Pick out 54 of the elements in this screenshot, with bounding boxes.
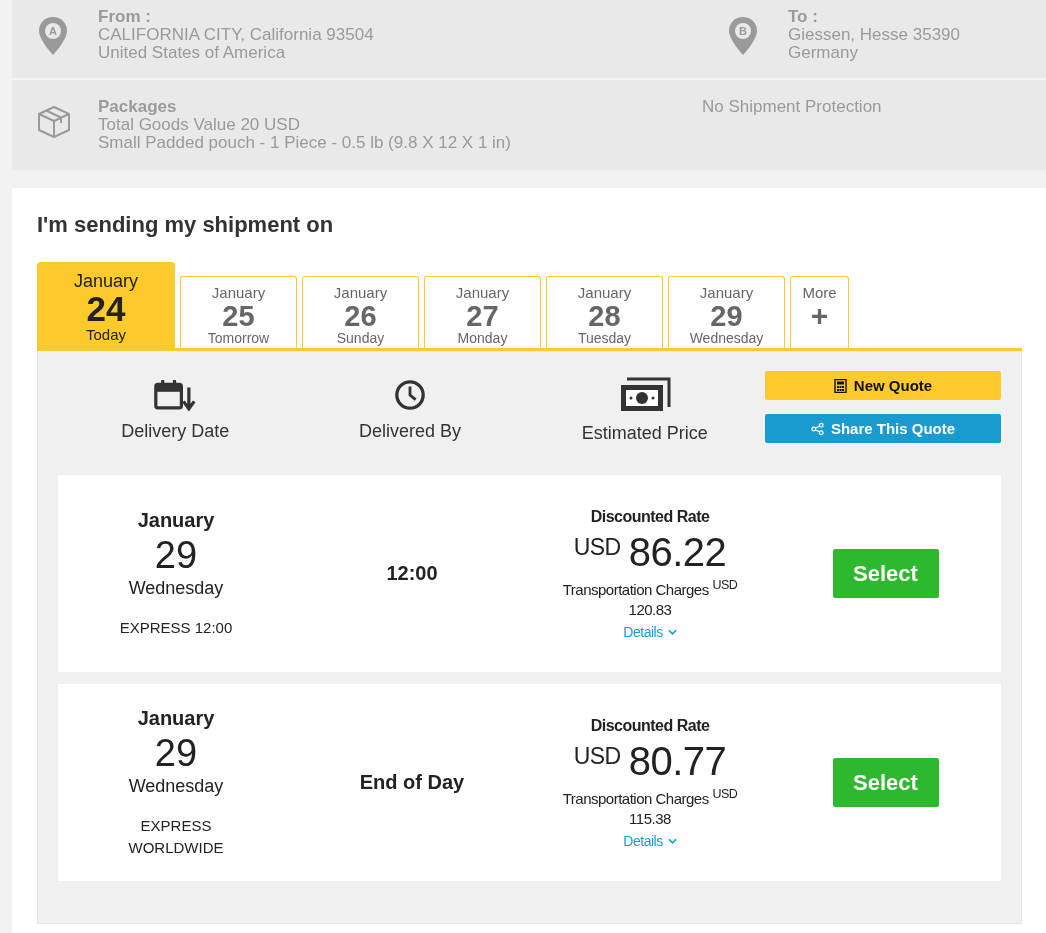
chevron-down-icon [667,837,677,844]
more-dates-tab[interactable]: More + [790,276,849,348]
date-tab[interactable]: January 25 Tomorrow [180,276,297,348]
rate-label: Discounted Rate [589,507,711,526]
map-pin-icon: A [38,16,68,56]
from-label: From : [98,8,152,26]
calendar-down-arrow-icon [153,379,198,411]
address-line: United States of America [98,44,287,62]
column-label: Estimated Price [581,423,708,444]
service-name: EXPRESS 12:00 [118,617,234,638]
share-icon [810,421,824,436]
price-amount: 86.22 [628,529,727,574]
address-line: Giessen, Hesse 35390 [788,26,960,44]
price-amount: 80.77 [628,738,727,783]
charges-amount: 115.38 [628,809,672,827]
details-link[interactable]: Details [623,623,677,640]
date-tab[interactable]: January 24 Today [37,262,175,348]
date-tab[interactable]: January 27 Monday [424,276,541,348]
section-heading: I'm sending my shipment on [37,212,335,238]
package-icon [36,104,72,140]
address-line: Germany [788,44,859,62]
to-label: To : [788,8,819,26]
delivery-day: 29 [58,729,294,776]
share-quote-button[interactable]: Share This Quote [765,414,1001,443]
package-detail: Total Goods Value 20 USD [98,116,301,134]
currency-label: USD [573,742,621,770]
charges-label: Transportation Charges $^{USD}$ [561,786,739,807]
calculator-icon [833,378,847,393]
map-pin-icon: B [728,16,758,56]
delivery-day: 29 [58,531,294,578]
delivery-weekday: Wednesday [127,577,225,599]
column-label: Delivered By [359,421,462,442]
chevron-down-icon [667,628,677,635]
rate-label: Discounted Rate [589,716,711,735]
new-quote-button[interactable]: New Quote [765,371,1001,400]
package-detail: Small Padded pouch - 1 Piece - 0.5 lb (9.8 X 12 X 1 in) [98,134,511,152]
service-name: EXPRESS WORLDWIDE [127,815,225,858]
delivery-month: January [136,706,216,730]
date-tab[interactable]: January 29 Wednesday [668,276,785,348]
banknotes-icon [618,377,671,413]
date-tab[interactable]: January 28 Tuesday [546,276,663,348]
charges-label: Transportation Charges $^{USD}$ [561,577,739,598]
date-tab[interactable]: January 26 Sunday [302,276,419,348]
delivery-weekday: Wednesday [127,775,225,797]
currency-label: USD [573,533,621,561]
packages-label: Packages [98,98,178,116]
column-label: Delivery Date [121,421,230,442]
delivery-time: 12:00 [385,562,439,585]
protection-text: No Shipment Protection [702,98,882,116]
address-line: CALIFORNIA CITY, California 93504 [98,26,374,44]
details-link[interactable]: Details [623,832,677,849]
charges-amount: 120.83 [627,600,673,618]
delivery-month: January [136,508,216,532]
delivery-time: End of Day [358,771,466,794]
